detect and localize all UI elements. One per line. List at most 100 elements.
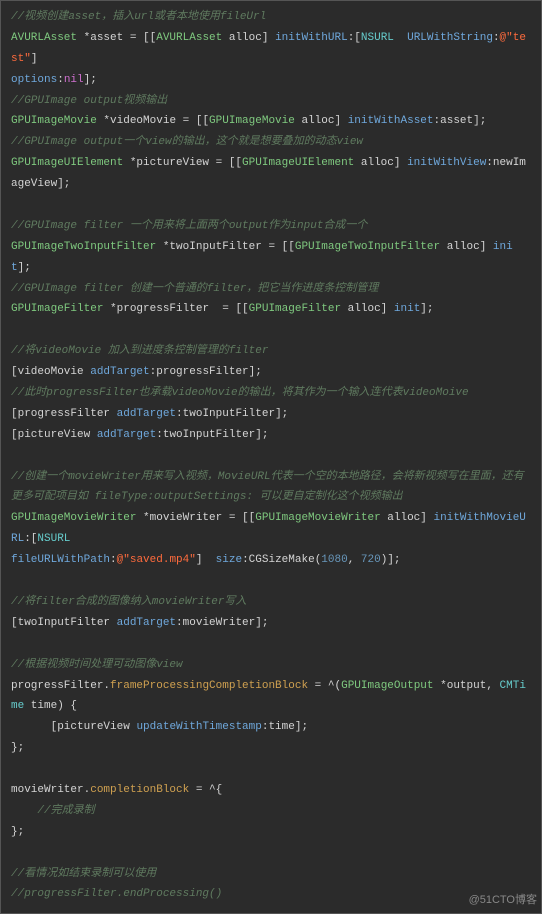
comment: //创建一个movieWriter用来写入视频，MovieURL代表一个空的本地… bbox=[11, 471, 524, 504]
text: :progressFilter]; bbox=[150, 366, 262, 378]
property: frameProcessingCompletionBlock bbox=[110, 680, 308, 692]
blank-line bbox=[11, 759, 531, 780]
text: ] bbox=[31, 53, 38, 65]
method: size bbox=[216, 554, 242, 566]
comment: //视频创建asset，插入url或者本地使用fileUrl bbox=[11, 11, 266, 23]
text: [progressFilter bbox=[11, 408, 117, 420]
text: progressFilter. bbox=[11, 680, 110, 692]
text: = ^( bbox=[308, 680, 341, 692]
code-line: [videoMovie addTarget:progressFilter]; bbox=[11, 362, 531, 383]
text: *output, bbox=[434, 680, 500, 692]
method: URLWithString bbox=[407, 32, 493, 44]
code-block: //视频创建asset，插入url或者本地使用fileUrl AVURLAsse… bbox=[0, 0, 542, 914]
code-line: //GPUImage filter 创建一个普通的filter，把它当作进度条控… bbox=[11, 279, 531, 300]
comment: //完成录制 bbox=[11, 805, 95, 817]
method: initWithView bbox=[407, 157, 486, 169]
text: }; bbox=[11, 742, 24, 754]
text: : bbox=[493, 32, 500, 44]
type-token: GPUImageTwoInputFilter bbox=[295, 241, 440, 253]
type-token: GPUImageUIElement bbox=[11, 157, 123, 169]
type-token: GPUImageFilter bbox=[11, 303, 103, 315]
text bbox=[70, 533, 77, 545]
blank-line bbox=[11, 446, 531, 467]
text: :[ bbox=[348, 32, 361, 44]
code-line: options:nil]; bbox=[11, 70, 531, 91]
code-line: movieWriter.completionBlock = ^{ bbox=[11, 780, 531, 801]
code-line: [pictureView addTarget:twoInputFilter]; bbox=[11, 425, 531, 446]
type-token: GPUImageFilter bbox=[249, 303, 341, 315]
text: :[ bbox=[24, 533, 37, 545]
text: )]; bbox=[381, 554, 401, 566]
code-line: GPUImageMovieWriter *movieWriter = [[GPU… bbox=[11, 508, 531, 550]
text: alloc] bbox=[381, 512, 434, 524]
text: alloc] bbox=[341, 303, 394, 315]
method: updateWithTimestamp bbox=[136, 721, 261, 733]
method: addTarget bbox=[97, 429, 156, 441]
code-line: //将filter合成的图像纳入movieWriter写入 bbox=[11, 592, 531, 613]
method: addTarget bbox=[90, 366, 149, 378]
text: :movieWriter]; bbox=[176, 617, 268, 629]
code-line: fileURLWithPath:@"saved.mp4"] size:CGSiz… bbox=[11, 550, 531, 571]
text: *videoMovie = [[ bbox=[97, 115, 209, 127]
type-token: GPUImageMovieWriter bbox=[11, 512, 136, 524]
text: ]; bbox=[84, 74, 97, 86]
comment: //根据视频时间处理可动图像view bbox=[11, 659, 183, 671]
text: , bbox=[348, 554, 361, 566]
text: :time]; bbox=[262, 721, 308, 733]
type-token: GPUImageOutput bbox=[341, 680, 433, 692]
text: alloc] bbox=[440, 241, 493, 253]
method: addTarget bbox=[117, 617, 176, 629]
text: :twoInputFilter]; bbox=[176, 408, 288, 420]
code-line: //将videoMovie 加入到进度条控制管理的filter bbox=[11, 341, 531, 362]
method: initWithURL bbox=[275, 32, 348, 44]
text: alloc] bbox=[295, 115, 348, 127]
blank-line bbox=[11, 634, 531, 655]
number: 1080 bbox=[321, 554, 347, 566]
text: : bbox=[110, 554, 117, 566]
type-token: GPUImageMovie bbox=[209, 115, 295, 127]
comment: //GPUImage filter 创建一个普通的filter，把它当作进度条控… bbox=[11, 283, 378, 295]
type-token: GPUImageMovieWriter bbox=[255, 512, 380, 524]
text: time) { bbox=[24, 700, 77, 712]
text: *twoInputFilter = [[ bbox=[156, 241, 295, 253]
code-line: }; bbox=[11, 738, 531, 759]
text: *pictureView = [[ bbox=[123, 157, 242, 169]
text: alloc] bbox=[354, 157, 407, 169]
code-line: //GPUImage output一个view的输出，这个就是想要叠加的动态vi… bbox=[11, 132, 531, 153]
type-token: GPUImageTwoInputFilter bbox=[11, 241, 156, 253]
method: init bbox=[394, 303, 420, 315]
code-line: [progressFilter addTarget:twoInputFilter… bbox=[11, 404, 531, 425]
text: [videoMovie bbox=[11, 366, 90, 378]
code-line: progressFilter.frameProcessingCompletion… bbox=[11, 676, 531, 718]
comment: //GPUImage output一个view的输出，这个就是想要叠加的动态vi… bbox=[11, 136, 363, 148]
code-line: GPUImageUIElement *pictureView = [[GPUIm… bbox=[11, 153, 531, 195]
type-token: GPUImageMovie bbox=[11, 115, 97, 127]
text: : bbox=[57, 74, 64, 86]
method: options bbox=[11, 74, 57, 86]
text: *progressFilter = [[ bbox=[103, 303, 248, 315]
text: [pictureView bbox=[11, 429, 97, 441]
property: completionBlock bbox=[90, 784, 189, 796]
method: addTarget bbox=[117, 408, 176, 420]
text: ]; bbox=[18, 262, 31, 274]
code-line: //progressFilter.endProcessing() bbox=[11, 884, 531, 905]
comment: //此时progressFilter也承载videoMovie的输出，将其作为一… bbox=[11, 387, 469, 399]
text: :CGSizeMake( bbox=[242, 554, 321, 566]
code-line: [pictureView updateWithTimestamp:time]; bbox=[11, 717, 531, 738]
code-line: //GPUImage output视频输出 bbox=[11, 91, 531, 112]
text: ] bbox=[196, 554, 216, 566]
blank-line bbox=[11, 843, 531, 864]
code-line: AVURLAsset *asset = [[AVURLAsset alloc] … bbox=[11, 28, 531, 70]
method: initWithAsset bbox=[348, 115, 434, 127]
text bbox=[394, 32, 407, 44]
code-line: GPUImageFilter *progressFilter = [[GPUIm… bbox=[11, 299, 531, 320]
string: @"saved.mp4" bbox=[117, 554, 196, 566]
type-token: AVURLAsset bbox=[156, 32, 222, 44]
code-line: //GPUImage filter 一个用来将上面两个output作为input… bbox=[11, 216, 531, 237]
comment: //GPUImage output视频输出 bbox=[11, 95, 167, 107]
text: }; bbox=[11, 826, 24, 838]
code-line: }; bbox=[11, 822, 531, 843]
type-token: GPUImageUIElement bbox=[242, 157, 354, 169]
comment: //progressFilter.endProcessing() bbox=[11, 888, 222, 900]
code-line: [twoInputFilter addTarget:movieWriter]; bbox=[11, 613, 531, 634]
